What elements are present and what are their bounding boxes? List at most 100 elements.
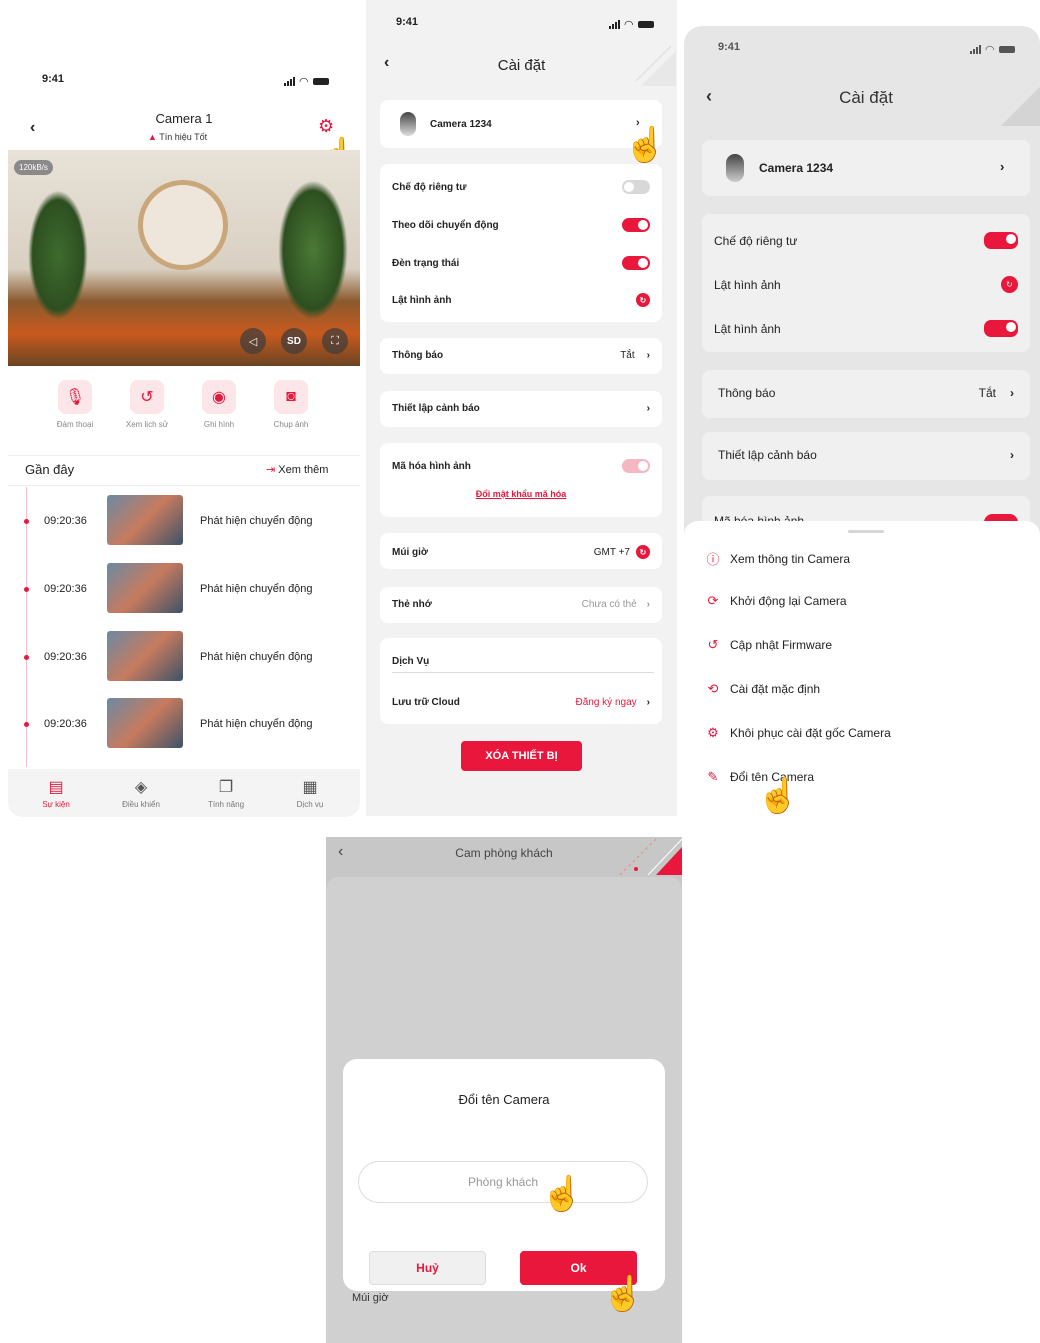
info-icon: ⓘ: [706, 552, 720, 567]
alarm-label: Thiết lập cảnh báo: [392, 403, 480, 414]
privacy-toggle[interactable]: [622, 180, 650, 194]
pointer-hand-icon: ☝: [757, 777, 800, 815]
pointer-hand-icon: ☝: [624, 126, 667, 164]
menu-firmware[interactable]: ↺ Cập nhật Firmware: [706, 637, 833, 653]
gear-icon: ⚙: [707, 725, 719, 740]
action-sheet: ⓘ Xem thông tin Camera ⟳ Khởi động lại Cam…: [684, 521, 1040, 826]
camera-row[interactable]: Camera 1234 ›: [702, 140, 1030, 196]
menu-default-settings[interactable]: ⟲ Cài đặt mặc định: [706, 681, 821, 697]
status-icons: ◠: [284, 75, 329, 88]
speaker-icon[interactable]: ◁: [240, 328, 266, 354]
menu-factory-reset[interactable]: ⚙ Khôi phục cài đặt gốc Camera: [706, 725, 891, 741]
tab-control[interactable]: ◈ Điều khiển: [111, 777, 171, 809]
dpad-icon: ◈: [134, 779, 148, 796]
flip-icon[interactable]: ↻: [636, 293, 650, 307]
see-more-link[interactable]: ⇥ Xem thêm: [266, 463, 328, 476]
battery-icon: [312, 78, 329, 85]
camera-row[interactable]: Camera 1234 ›: [380, 100, 662, 148]
memory-row[interactable]: Thẻ nhớ Chưa có thẻ ›: [380, 587, 662, 623]
menu-camera-info[interactable]: ⓘ Xem thông tin Camera: [706, 549, 850, 568]
status-icons: ◠: [609, 18, 654, 31]
event-time: 09:20:36: [44, 515, 87, 527]
fullscreen-icon[interactable]: ⛶: [322, 328, 348, 354]
service-card: Dịch Vụ Lưu trữ Cloud Đăng ký ngay ›: [380, 638, 662, 724]
delete-device-button[interactable]: XÓA THIẾT BỊ: [461, 741, 582, 771]
events-icon: ▤: [48, 779, 64, 796]
timeline-dot: [24, 655, 29, 660]
layers-icon: ❐: [218, 779, 234, 796]
tab-features[interactable]: ❐ Tính năng: [196, 777, 256, 809]
chevron-right-icon: ›: [646, 403, 650, 414]
record-icon: ◉: [202, 380, 236, 414]
screen-rename-dialog: ‹ Cam phòng khách Múi giờ Đổi tên Camera…: [326, 837, 682, 1343]
led-toggle[interactable]: [622, 256, 650, 270]
privacy-toggle[interactable]: [984, 232, 1018, 249]
history-button[interactable]: ↺ Xem lịch sử: [117, 380, 177, 429]
dialog-title: Đổi tên Camera: [458, 1092, 550, 1107]
privacy-label: Chế độ riêng tư: [714, 233, 798, 248]
event-item[interactable]: 09:20:36 Phát hiện chuyển động: [8, 563, 358, 623]
menu-label: Khôi phục cài đặt gốc Camera: [730, 726, 891, 740]
tab-services[interactable]: ▦ Dịch vụ: [280, 777, 340, 809]
sd-button[interactable]: SD: [281, 328, 307, 354]
notify-row[interactable]: Thông báo Tắt ›: [702, 370, 1030, 418]
menu-label: Khởi động lại Camera: [730, 594, 847, 608]
alarm-row[interactable]: Thiết lập cảnh báo ›: [380, 391, 662, 427]
cloud-row[interactable]: Lưu trữ Cloud Đăng ký ngay ›: [392, 697, 650, 708]
flip-toggle[interactable]: [984, 320, 1018, 337]
camera-name-input[interactable]: Phòng khách: [358, 1161, 648, 1203]
memory-label: Thẻ nhớ: [392, 599, 432, 610]
motion-toggle[interactable]: [622, 218, 650, 232]
motion-label: Theo dõi chuyển động: [392, 219, 499, 231]
flip-icon[interactable]: ↻: [1001, 276, 1018, 293]
snapshot-button[interactable]: ◙ Chụp ảnh: [261, 380, 321, 429]
menu-restart[interactable]: ⟳ Khởi động lại Camera: [706, 593, 847, 609]
event-time: 09:20:36: [44, 718, 87, 730]
event-time: 09:20:36: [44, 651, 87, 663]
memory-value: Chưa có thẻ: [581, 599, 637, 610]
speed-badge: 120kB/s: [14, 160, 53, 175]
tab-events[interactable]: ▤ Sự kiện: [26, 777, 86, 809]
event-label: Phát hiện chuyển động: [200, 651, 313, 663]
screen-settings-menu: 9:41 ◠ ‹ Cài đặt Camera 1234 › Chế độ ri…: [684, 26, 1040, 826]
cancel-button[interactable]: Huỷ: [369, 1251, 486, 1285]
tab-label: Dịch vụ: [296, 800, 324, 809]
history-icon: ↺: [130, 380, 164, 414]
record-button[interactable]: ◉ Ghi hình: [189, 380, 249, 429]
timezone-row[interactable]: Múi giờ GMT +7 ↻: [380, 533, 662, 569]
flip-label: Lật hình ảnh: [714, 277, 781, 292]
privacy-label: Chế độ riêng tư: [392, 181, 467, 193]
tab-label: Điều khiển: [122, 800, 160, 809]
event-thumbnail: [107, 698, 183, 748]
talk-button[interactable]: 🎙 Đàm thoại: [45, 380, 105, 429]
notify-row[interactable]: Thông báo Tắt ›: [380, 338, 662, 374]
event-time: 09:20:36: [44, 583, 87, 595]
menu-label: Cập nhật Firmware: [730, 638, 833, 652]
encrypt-toggle[interactable]: [622, 459, 650, 473]
camera-device-icon: [726, 154, 744, 182]
tab-label: Tính năng: [207, 800, 245, 809]
restart-icon: ⟳: [707, 593, 719, 608]
microphone-icon: 🎙: [58, 380, 92, 414]
notify-value: Tắt: [620, 350, 635, 361]
event-thumbnail: [107, 631, 183, 681]
led-label: Đèn trạng thái: [392, 257, 460, 269]
change-password-link[interactable]: Đổi mật khẩu mã hóa: [380, 489, 662, 499]
encrypt-label: Mã hóa hình ảnh: [392, 460, 471, 472]
timezone-label-behind: Múi giờ: [352, 1292, 389, 1304]
event-item[interactable]: 09:20:36 Phát hiện chuyển động: [8, 495, 358, 555]
corner-decor: [635, 45, 676, 86]
event-item[interactable]: 09:20:36 Phát hiện chuyển động: [8, 631, 358, 691]
notify-value: Tắt: [978, 386, 996, 400]
gear-icon[interactable]: ⚙: [318, 116, 334, 137]
plant-left: [28, 190, 88, 320]
event-item[interactable]: 09:20:36 Phát hiện chuyển động: [8, 698, 358, 758]
alarm-row[interactable]: Thiết lập cảnh báo ›: [702, 432, 1030, 480]
status-icons: ◠: [970, 43, 1015, 56]
action-label: Đàm thoại: [56, 420, 94, 429]
sheet-handle[interactable]: [848, 530, 884, 533]
chevron-right-icon: ›: [646, 350, 650, 361]
alarm-label: Thiết lập cảnh báo: [718, 448, 817, 462]
chevron-right-icon: ›: [646, 697, 650, 708]
camera-feed[interactable]: 120kB/s ◁ SD ⛶: [8, 150, 360, 366]
